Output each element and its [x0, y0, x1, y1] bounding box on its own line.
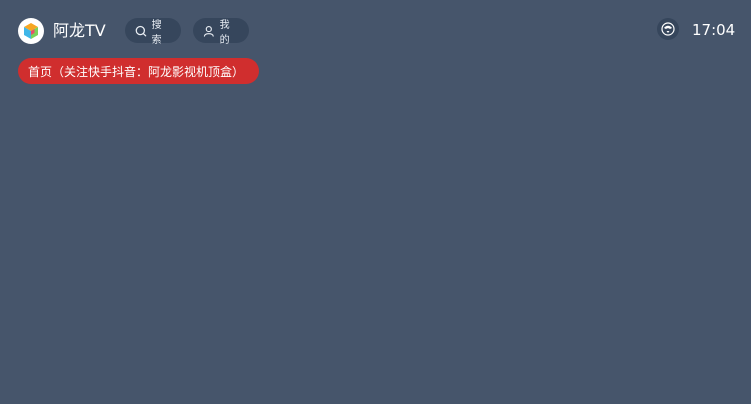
user-icon: [203, 25, 214, 37]
mine-label: 我的: [219, 19, 230, 46]
clock: 17:04: [692, 21, 736, 39]
network-status-icon: [657, 18, 679, 40]
cube-logo-icon: [24, 23, 38, 39]
mine-button[interactable]: 我的: [193, 18, 249, 46]
search-icon: [135, 25, 147, 36]
content-area: [0, 96, 751, 404]
search-label: 搜索: [151, 19, 162, 46]
app-title: 阿龙TV: [53, 21, 106, 40]
search-button[interactable]: 搜索: [125, 18, 181, 46]
app-logo: [18, 18, 44, 44]
tab-home[interactable]: 首页（关注快手抖音：阿龙影视机顶盒）: [18, 58, 259, 84]
